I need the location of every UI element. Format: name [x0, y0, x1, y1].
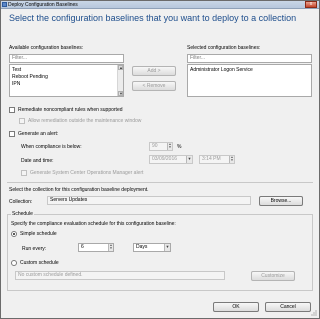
resize-grip-icon[interactable] — [311, 310, 317, 316]
collection-field: Servers Updates — [47, 196, 251, 205]
list-item[interactable]: Test — [12, 67, 21, 73]
allow-remediation-checkbox[interactable] — [19, 118, 25, 124]
cancel-button[interactable]: Cancel — [265, 302, 311, 312]
remove-button[interactable]: < Remove — [132, 81, 176, 91]
spinner-arrows-icon[interactable]: ▲ ▼ — [229, 156, 234, 163]
custom-schedule-label: Custom schedule — [20, 260, 59, 266]
allow-remediation-label: Allow remediation outside the maintenanc… — [28, 118, 142, 124]
browse-button[interactable]: Browse... — [259, 196, 303, 206]
alert-time-value: 3:14 PM — [202, 156, 221, 162]
scrollbar[interactable]: ▲ ▼ — [117, 65, 123, 96]
remediate-label: Remediate noncompliant rules when suppor… — [18, 107, 123, 113]
list-item[interactable]: Administrator Logon Service — [190, 67, 253, 73]
schedule-description: Specify the compliance evaluation schedu… — [11, 221, 176, 227]
selected-label: Selected configuration baselines: — [187, 45, 261, 51]
selected-filter-input[interactable]: Filter... — [187, 54, 312, 63]
spinner-arrows-icon[interactable]: ▲ ▼ — [167, 143, 172, 150]
interval-value: 6 — [81, 244, 84, 250]
ok-button[interactable]: OK — [213, 302, 259, 312]
available-list[interactable]: Test Reboot Pending IPN ▲ ▼ — [9, 64, 124, 97]
compliance-below-label: When compliance is below: — [21, 144, 82, 150]
list-item[interactable]: IPN — [12, 81, 20, 87]
alert-date-value: 03/09/2016 — [152, 156, 178, 162]
alert-time-picker[interactable]: 3:14 PM ▲ ▼ — [199, 155, 235, 164]
interval-input[interactable]: 6 ▲ ▼ — [78, 243, 114, 252]
spinner-arrows-icon[interactable]: ▲ ▼ — [108, 244, 113, 251]
scroll-up-icon[interactable]: ▲ — [118, 65, 123, 70]
date-time-label: Date and time: — [21, 158, 54, 164]
app-icon — [2, 2, 7, 7]
custom-schedule-field: No custom schedule defined. — [15, 271, 225, 280]
divider — [7, 182, 313, 183]
available-label: Available configuration baselines: — [9, 45, 84, 51]
page-heading: Select the configuration baselines that … — [9, 13, 297, 23]
generate-alert-label: Generate an alert: — [18, 131, 59, 137]
add-button[interactable]: Add > — [132, 66, 176, 76]
compliance-threshold-input[interactable]: 90 ▲ ▼ — [149, 142, 173, 151]
remediate-checkbox[interactable] — [9, 107, 15, 113]
generate-alert-checkbox[interactable] — [9, 131, 15, 137]
chevron-down-icon[interactable]: ▼ — [164, 244, 170, 251]
deploy-dialog: Deploy Configuration Baselines x Select … — [0, 0, 320, 319]
scroll-down-icon[interactable]: ▼ — [118, 91, 123, 96]
title-bar: Deploy Configuration Baselines x — [1, 1, 319, 9]
radio-selected-dot — [13, 233, 15, 235]
collection-prompt: Select the collection for this configura… — [9, 187, 149, 193]
simple-schedule-label: Simple schedule — [20, 231, 57, 237]
simple-schedule-radio[interactable] — [11, 231, 17, 237]
percent-sign: % — [177, 144, 182, 150]
calendar-dropdown-icon[interactable]: ▼ — [186, 156, 192, 163]
alert-date-picker[interactable]: 03/09/2016 ▼ — [149, 155, 193, 164]
selected-list[interactable]: Administrator Logon Service — [187, 64, 312, 97]
interval-unit-select[interactable]: Days ▼ — [133, 243, 171, 252]
close-button[interactable]: x — [305, 1, 317, 8]
schedule-group-title: Schedule — [11, 211, 34, 217]
interval-unit-value: Days — [136, 244, 148, 250]
scom-alert-label: Generate System Center Operations Manage… — [30, 170, 144, 176]
list-item[interactable]: Reboot Pending — [12, 74, 48, 80]
scom-alert-checkbox[interactable] — [21, 170, 27, 176]
run-every-label: Run every: — [22, 246, 47, 252]
compliance-threshold-value: 90 — [152, 143, 158, 149]
available-filter-input[interactable]: Filter... — [9, 54, 124, 63]
customize-button[interactable]: Customize — [251, 271, 295, 281]
custom-schedule-radio[interactable] — [11, 260, 17, 266]
collection-label: Collection: — [9, 199, 33, 205]
window-title: Deploy Configuration Baselines — [8, 2, 78, 8]
